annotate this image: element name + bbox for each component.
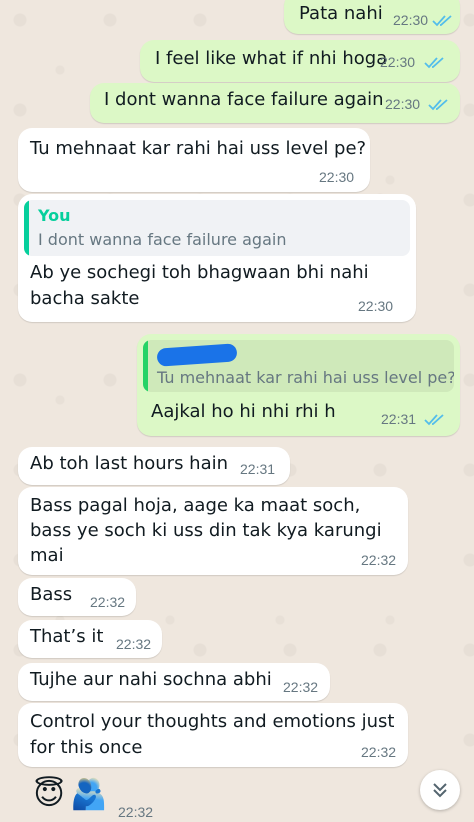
- message-bubble-incoming[interactable]: That’s it 22:32: [18, 620, 162, 658]
- redacted-author-mark: [156, 343, 238, 367]
- read-ticks-icon: [424, 57, 444, 69]
- message-bubble-incoming[interactable]: Tujhe aur nahi sochna abhi 22:32: [18, 663, 330, 701]
- message-text: bacha sakte: [30, 288, 140, 309]
- message-text: Control your thoughts and emotions just: [30, 711, 395, 732]
- message-time: 22:32: [118, 804, 154, 820]
- message-text: Aajkal ho hi nhi rhi h: [151, 401, 336, 422]
- message-text: Ab toh last hours hain: [30, 453, 229, 474]
- read-ticks-icon: [432, 15, 452, 27]
- message-text: That’s it: [30, 626, 104, 647]
- emoji-message[interactable]: 😇 🫂 22:32: [28, 774, 188, 822]
- message-time: 22:32: [361, 552, 397, 568]
- message-bubble-outgoing[interactable]: I dont wanna face failure again 22:30: [90, 83, 460, 123]
- message-time: 22:32: [283, 679, 319, 695]
- quote-bar: [24, 200, 29, 256]
- message-time: 22:31: [381, 411, 417, 427]
- message-bubble-incoming[interactable]: Control your thoughts and emotions just …: [18, 703, 408, 767]
- double-chevron-down-icon: [433, 783, 447, 798]
- message-bubble-outgoing[interactable]: I feel like what if nhi hoga 22:30: [140, 40, 460, 82]
- message-text: bass ye soch ki uss din tak kya karungi: [30, 520, 382, 541]
- quote-text: Tu mehnaat kar rahi hai uss level pe?: [157, 368, 454, 387]
- message-bubble-outgoing-reply[interactable]: Tu mehnaat kar rahi hai uss level pe? Aa…: [137, 334, 460, 436]
- smiling-halo-emoji: 😇: [33, 777, 65, 812]
- quoted-message[interactable]: You I dont wanna face failure again: [24, 200, 410, 256]
- message-bubble-incoming[interactable]: Bass 22:32: [18, 578, 136, 616]
- message-time: 22:32: [116, 636, 152, 652]
- message-time: 22:31: [240, 461, 276, 477]
- quoted-message[interactable]: Tu mehnaat kar rahi hai uss level pe?: [143, 340, 454, 392]
- hugging-people-emoji: 🫂: [70, 777, 108, 812]
- read-ticks-icon: [428, 99, 448, 111]
- message-time: 22:30: [358, 298, 394, 314]
- message-time: 22:32: [90, 594, 126, 610]
- message-bubble-incoming-reply[interactable]: You I dont wanna face failure again Ab y…: [18, 194, 416, 322]
- quote-author: You: [38, 206, 71, 225]
- quote-bar: [143, 340, 148, 392]
- message-time: 22:30: [380, 54, 416, 70]
- read-ticks-icon: [424, 414, 444, 426]
- quote-text: I dont wanna face failure again: [38, 230, 287, 249]
- message-bubble-outgoing[interactable]: Pata nahi 22:30: [284, 0, 460, 34]
- message-text: Ab ye sochegi toh bhagwaan bhi nahi: [30, 262, 369, 283]
- message-bubble-incoming[interactable]: Ab toh last hours hain 22:31: [18, 447, 290, 485]
- message-bubble-incoming[interactable]: Bass pagal hoja, aage ka maat soch, bass…: [18, 487, 408, 575]
- message-time: 22:32: [361, 744, 397, 760]
- message-bubble-incoming[interactable]: Tu mehnaat kar rahi hai uss level pe? 22…: [18, 128, 370, 192]
- chat-wallpaper: Pata nahi 22:30 I feel like what if nhi …: [0, 0, 474, 822]
- message-text: Pata nahi: [299, 3, 383, 24]
- message-text: for this once: [30, 737, 143, 758]
- message-text: Bass pagal hoja, aage ka maat soch,: [30, 495, 361, 516]
- message-text: Tu mehnaat kar rahi hai uss level pe?: [30, 138, 367, 159]
- message-text: Tujhe aur nahi sochna abhi: [30, 669, 272, 690]
- scroll-to-bottom-button[interactable]: [420, 770, 460, 810]
- message-time: 22:30: [385, 96, 421, 112]
- message-text: I feel like what if nhi hoga: [155, 48, 388, 69]
- message-text: Bass: [30, 584, 73, 605]
- message-time: 22:30: [393, 12, 429, 28]
- message-text: I dont wanna face failure again: [104, 89, 384, 110]
- message-time: 22:30: [319, 169, 355, 185]
- message-text: mai: [30, 545, 64, 566]
